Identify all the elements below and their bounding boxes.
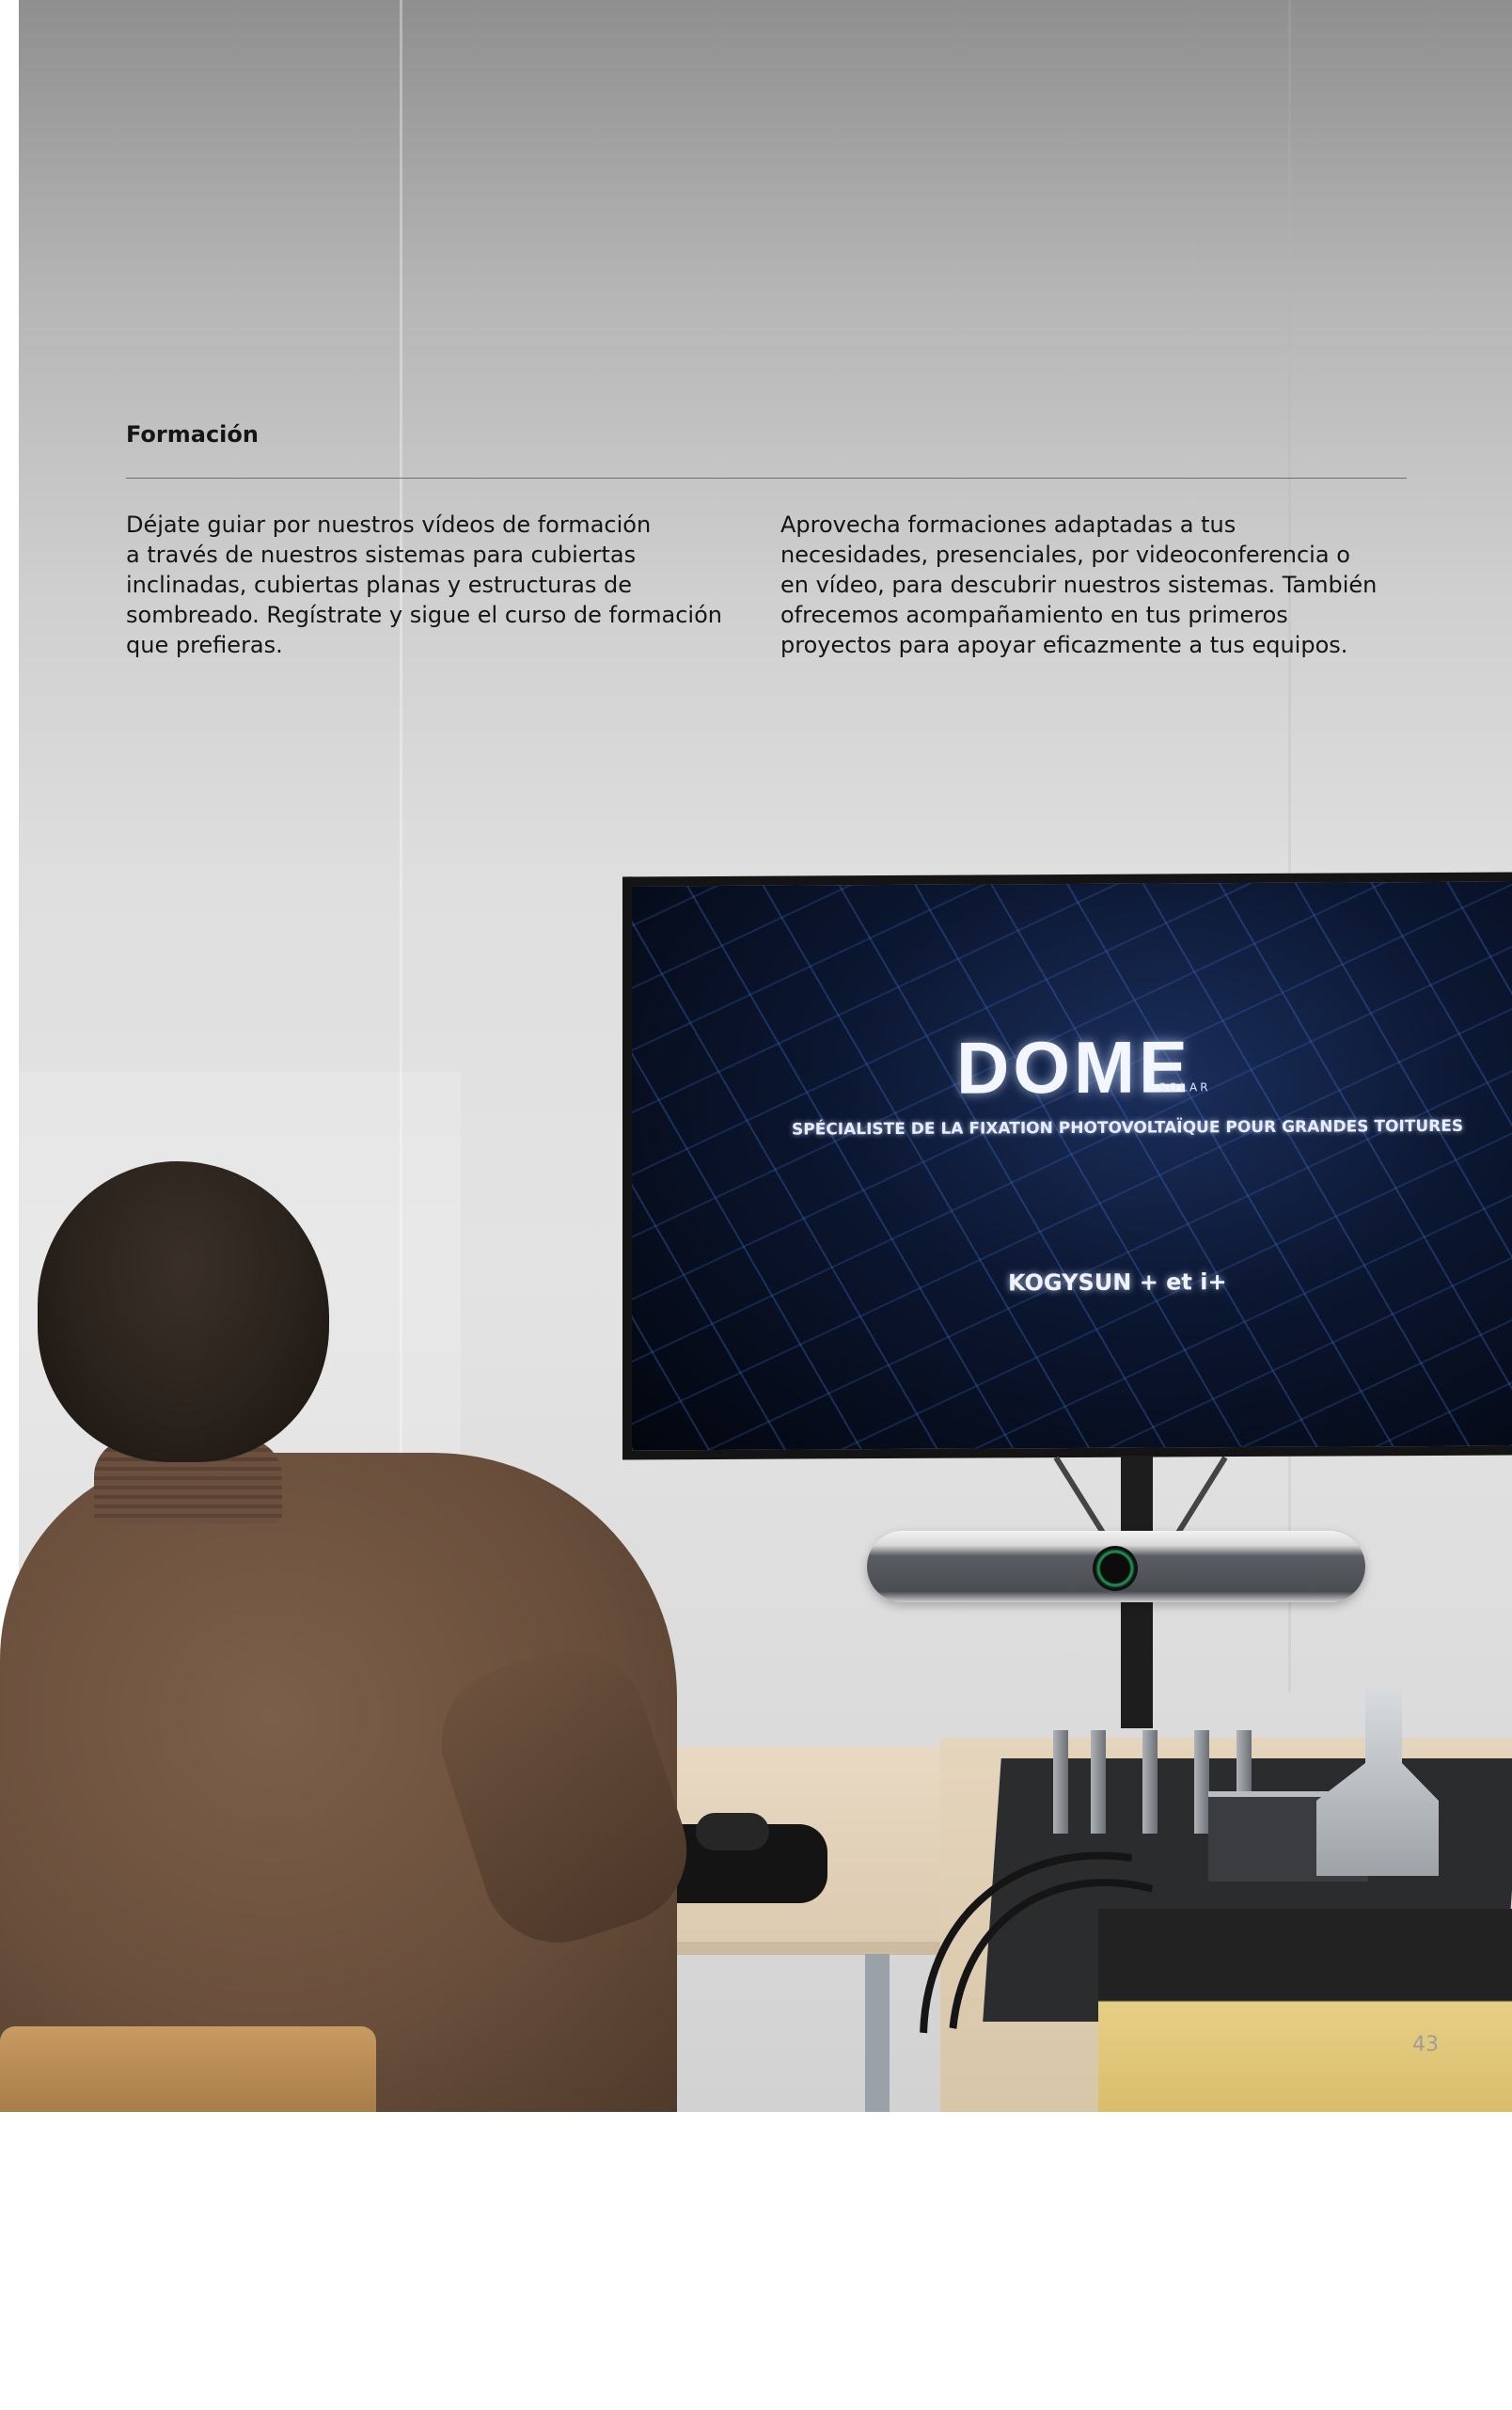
page-number: 43: [1412, 2033, 1439, 2056]
tv-brands: KOGYSUN + et i+: [1008, 1268, 1227, 1297]
intro-paragraph-left: Déjate guiar por nuestros vídeos de form…: [126, 512, 722, 658]
chair-back: [0, 2026, 376, 2112]
tv-logo-subtitle: SOLAR: [1158, 1080, 1211, 1095]
intro-paragraph-right: Aprovecha formaciones adaptadas a tus ne…: [780, 512, 1378, 658]
camera-lens-icon: [1093, 1546, 1138, 1591]
tv-logo: DOME: [956, 1025, 1191, 1110]
mounting-rail: [1142, 1730, 1158, 1834]
mounting-rail: [1194, 1730, 1209, 1834]
section-divider: [126, 478, 1407, 479]
tv-tagline: SPÉCIALISTE DE LA FIXATION PHOTOVOLTAÏQU…: [792, 1116, 1464, 1140]
tv-screen: DOME SOLAR SPÉCIALISTE DE LA FIXATION PH…: [622, 872, 1512, 1460]
mounting-rail: [1053, 1730, 1068, 1834]
desk-leg: [865, 1954, 890, 2112]
mouse: [696, 1813, 769, 1851]
mounting-rail: [1091, 1730, 1106, 1834]
section-title: Formación: [126, 421, 259, 448]
